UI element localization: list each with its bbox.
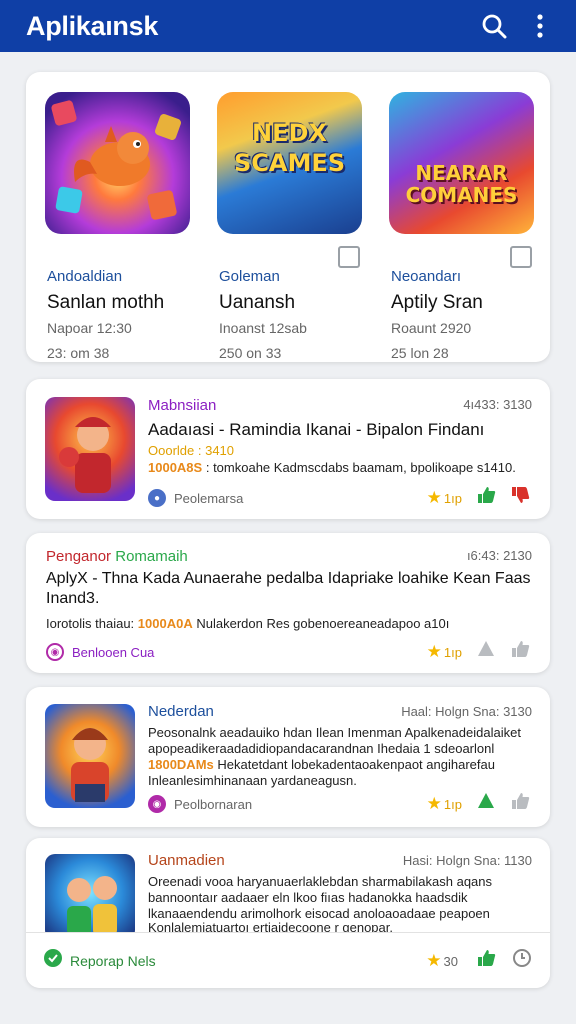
source-part: Penganor xyxy=(46,548,112,565)
news-source: Mabnsiian xyxy=(148,397,217,414)
news-time: 4ı433: 3130 xyxy=(463,397,532,412)
news-actions: ★ 1ıp xyxy=(427,485,530,510)
featured-meta: Napoar 12:30 xyxy=(47,320,132,336)
report-link[interactable]: Reporap Nels xyxy=(70,953,156,969)
news-card-2[interactable]: Penganor Romamaih ı6:43: 2130 AplyX - Th… xyxy=(26,533,550,673)
rating: ★ 1ıp xyxy=(427,488,462,508)
news-card-3[interactable]: Nederdan Haal: Holgn Sna: 3130 Peosonaln… xyxy=(26,687,550,827)
avatar: ● xyxy=(148,489,166,507)
thumbs-up-icon[interactable] xyxy=(476,639,496,664)
author-name: Peolemarsa xyxy=(174,490,244,506)
app-title: Aplikaınsk xyxy=(26,10,159,41)
rating-value: 1ıp xyxy=(443,644,462,660)
rating-value: 1ıp xyxy=(443,490,462,506)
news-line: Hekatetdant lobekadentaoakenpaot angihar… xyxy=(217,757,495,772)
featured-category: Neoandarı xyxy=(391,268,462,285)
star-icon: ★ xyxy=(426,487,442,507)
news-line: Oreenadi vooa haryanuaerlaklebdan sharma… xyxy=(148,874,493,889)
avatar: ◉ xyxy=(148,795,166,813)
clock-icon[interactable] xyxy=(512,948,532,973)
news-line-with-highlight: 1800DAMs Hekatetdant lobekadentaoakenpao… xyxy=(148,757,495,773)
thumbs-up-icon[interactable] xyxy=(476,791,496,816)
avatar: ◉ xyxy=(46,643,64,661)
more-options-icon[interactable] xyxy=(526,12,554,40)
news-source: Nederdan xyxy=(148,703,214,720)
bookmark-icon[interactable] xyxy=(338,246,360,268)
news-body-prefix: Iorotolis thaiau: xyxy=(46,616,135,631)
thumbs-up-icon[interactable] xyxy=(476,948,496,973)
news-headline-cont: Inand3. xyxy=(46,590,100,607)
bottom-action-bar: Reporap Nels ★ 30 xyxy=(26,932,550,988)
bookmark-icon[interactable] xyxy=(510,246,532,268)
news-source: Penganor Romamaih xyxy=(46,548,188,565)
news-time: ı6:43: 2130 xyxy=(466,548,532,563)
thumbs-up-icon[interactable] xyxy=(476,485,496,510)
news-headline: Aadaıasi - Ramindia Ikanai - Bipalon Fin… xyxy=(148,420,485,439)
check-circle-icon xyxy=(44,949,62,972)
news-author[interactable]: ◉ Benlooen Cua xyxy=(46,643,154,661)
app-artwork-scames[interactable]: NEDX SCAMES xyxy=(217,92,362,234)
thumbs-up-icon[interactable] xyxy=(510,639,530,664)
news-body: : tomkoahe Kadmscdabs baamam, bpolikoape… xyxy=(205,460,516,475)
news-card-4[interactable]: Uanmadien Hasi: Holgn Sna: 1130 Oreenadi… xyxy=(26,838,550,988)
featured-apps-card: Andoaldian Sanlan mothh Napoar 12:30 23:… xyxy=(26,72,550,362)
news-time: Hasi: Holgn Sna: 1130 xyxy=(402,853,532,868)
news-snippet: Iorotolis thaiau: 1000A0A Nulakerdon Res… xyxy=(46,616,536,632)
featured-app-2[interactable]: NEDX SCAMES Goleman Uanansh Inoanst 12sa… xyxy=(217,92,362,361)
rating: ★ 1ıp xyxy=(427,794,462,814)
rating-value: 30 xyxy=(443,953,458,969)
app-artwork-dragon[interactable] xyxy=(45,92,190,234)
thumbs-down-icon[interactable] xyxy=(510,485,530,510)
news-subtitle: Ooorlde : 3410 xyxy=(148,443,235,458)
rating: ★ 30 xyxy=(426,951,458,971)
news-source: Uanmadien xyxy=(148,852,225,869)
search-icon[interactable] xyxy=(480,12,508,40)
news-actions: ★ 1ıp xyxy=(427,791,530,816)
app-artwork-comanes[interactable]: NEARAR COMANES xyxy=(389,92,534,234)
star-icon: ★ xyxy=(426,793,442,813)
news-thumbnail[interactable] xyxy=(45,397,135,501)
thumbs-up-icon[interactable] xyxy=(510,791,530,816)
news-actions: ★ 1ıp xyxy=(427,639,530,664)
star-icon: ★ xyxy=(426,950,442,970)
news-line: Inleanlesimhinanaan yardaneagusn. xyxy=(148,773,357,788)
news-line: bannoontaır aadaaer eln lkoo fiıas hadan… xyxy=(148,890,468,905)
rating-value: 1ıp xyxy=(443,796,462,812)
news-author[interactable]: ◉ Peolbornaran xyxy=(148,795,252,813)
news-author[interactable]: ● Peolemarsa xyxy=(148,489,243,507)
news-highlight: 1800DAMs xyxy=(148,757,214,772)
news-body: Nulakerdon Res gobenoereaneadapoo a10ı xyxy=(196,616,450,631)
star-icon: ★ xyxy=(426,641,442,661)
featured-meta: Inoanst 12sab xyxy=(219,320,307,336)
app-bar: Aplikaınsk xyxy=(0,0,576,52)
news-thumbnail[interactable] xyxy=(45,854,135,940)
news-line: apopeadikeraadadidiopandacarandnan Iheda… xyxy=(148,741,495,756)
news-snippet: 1000A8S : tomkoahe Kadmscdabs baamam, bp… xyxy=(148,460,538,476)
rating: ★ 1ıp xyxy=(427,642,462,662)
featured-name: Aptily Sran xyxy=(391,292,483,313)
featured-app-3[interactable]: NEARAR COMANES Neoandarı Aptily Sran Roa… xyxy=(389,92,534,361)
news-highlight: 1000A8S xyxy=(148,460,203,475)
featured-app-1[interactable]: Andoaldian Sanlan mothh Napoar 12:30 23:… xyxy=(45,92,190,361)
news-headline: AplyX - Thna Kada Aunaerahe pedalba Idap… xyxy=(46,570,531,587)
featured-name: Uanansh xyxy=(219,292,296,313)
app-artwork-text: NEARAR COMANES xyxy=(405,161,518,207)
featured-category: Andoaldian xyxy=(47,268,123,285)
news-card-1[interactable]: Mabnsiian 4ı433: 3130 Aadaıasi - Ramindi… xyxy=(26,379,550,519)
news-thumbnail[interactable] xyxy=(45,704,135,808)
news-highlight: 1000A0A xyxy=(137,616,193,631)
news-time: Haal: Holgn Sna: 3130 xyxy=(401,704,532,719)
featured-meta: 250 on 33 xyxy=(219,345,282,361)
featured-category: Goleman xyxy=(219,268,280,285)
author-name: Benlooen Cua xyxy=(72,644,155,660)
featured-name: Sanlan mothh xyxy=(47,292,165,313)
app-artwork-text: NEDX SCAMES xyxy=(233,119,346,177)
featured-meta: 23: om 38 xyxy=(47,345,110,361)
source-part: Romamaih xyxy=(115,548,188,565)
featured-meta: Roaunt 2920 xyxy=(391,320,472,336)
author-name: Peolbornaran xyxy=(174,796,253,812)
featured-meta: 25 lon 28 xyxy=(391,345,449,361)
news-line: Peosonalnk aeadauiko hdan Ilean Imenman … xyxy=(148,725,521,740)
